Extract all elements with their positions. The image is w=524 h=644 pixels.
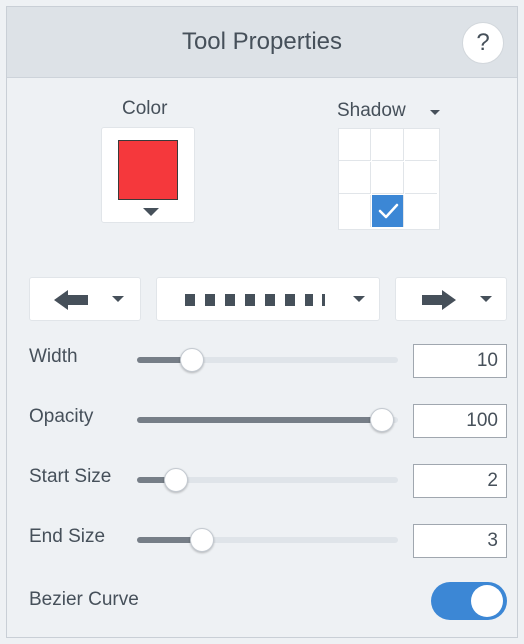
end-size-slider[interactable] [137, 528, 398, 552]
opacity-label: Opacity [29, 406, 94, 427]
width-slider-thumb[interactable] [180, 348, 204, 372]
bezier-curve-toggle[interactable] [431, 582, 507, 620]
shadow-dropdown-caret-icon[interactable] [430, 110, 440, 115]
end-arrow-caret-icon [480, 296, 492, 302]
color-dropdown-caret-icon [143, 208, 159, 216]
opacity-slider[interactable] [137, 408, 398, 432]
dashed-line-icon [185, 294, 325, 306]
shadow-cell-top-right[interactable] [405, 129, 437, 161]
opacity-input[interactable]: 100 [413, 404, 507, 438]
end-size-slider-thumb[interactable] [190, 528, 214, 552]
arrow-right-icon [422, 290, 456, 310]
width-label: Width [29, 346, 78, 367]
arrow-left-icon [54, 290, 88, 310]
shadow-cell-middle-center[interactable] [372, 162, 404, 194]
color-label: Color [122, 98, 168, 119]
start-size-label: Start Size [29, 466, 112, 487]
color-picker-button[interactable] [101, 127, 195, 223]
shadow-label[interactable]: Shadow [337, 100, 406, 122]
start-arrow-caret-icon [112, 296, 124, 302]
end-size-input[interactable]: 3 [413, 524, 507, 558]
start-size-input[interactable]: 2 [413, 464, 507, 498]
tool-properties-panel: Tool Properties ? Color Shadow Width 10 … [6, 6, 518, 638]
shadow-cell-bottom-right[interactable] [405, 195, 437, 227]
shadow-cell-bottom-center[interactable] [372, 195, 404, 227]
opacity-slider-fill [137, 417, 382, 423]
end-size-label: End Size [29, 526, 106, 547]
shadow-cell-middle-left[interactable] [339, 162, 371, 194]
bezier-curve-toggle-knob [471, 585, 503, 617]
bezier-curve-label: Bezier Curve [29, 589, 139, 610]
panel-title: Tool Properties [181, 28, 343, 55]
shadow-cell-middle-right[interactable] [405, 162, 437, 194]
width-input[interactable]: 10 [413, 344, 507, 378]
help-button[interactable]: ? [462, 22, 504, 64]
line-style-dropdown[interactable] [156, 277, 380, 321]
start-arrow-dropdown[interactable] [29, 277, 141, 321]
opacity-slider-thumb[interactable] [370, 408, 394, 432]
shadow-cell-top-center[interactable] [372, 129, 404, 161]
end-arrow-dropdown[interactable] [395, 277, 507, 321]
color-swatch [118, 140, 178, 200]
panel-header: Tool Properties ? [7, 7, 517, 78]
shadow-cell-top-left[interactable] [339, 129, 371, 161]
shadow-cell-bottom-left[interactable] [339, 195, 371, 227]
width-slider[interactable] [137, 348, 398, 372]
start-size-slider[interactable] [137, 468, 398, 492]
shadow-position-grid[interactable] [338, 128, 440, 230]
checkmark-icon [378, 203, 399, 219]
start-size-slider-thumb[interactable] [164, 468, 188, 492]
line-style-caret-icon [353, 296, 365, 302]
